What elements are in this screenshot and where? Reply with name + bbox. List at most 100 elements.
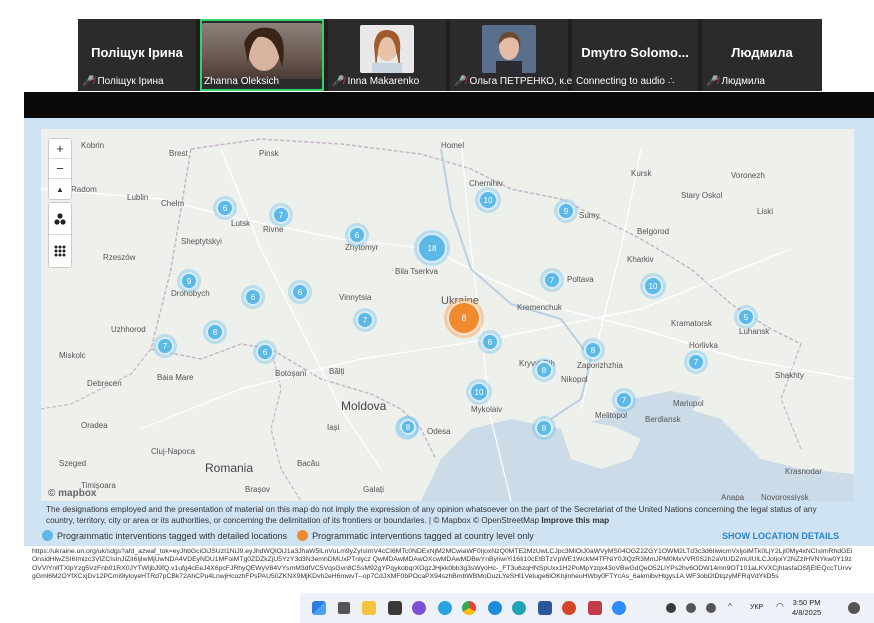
blue-dot-icon (42, 530, 53, 541)
place-label: Iași (327, 423, 340, 432)
participant-label: 🎤̸ Поліщук Ірина (82, 76, 164, 87)
map-disclaimer: The designations employed and the presen… (46, 504, 846, 526)
store-icon[interactable] (388, 601, 402, 615)
tray-app-icon[interactable] (666, 603, 676, 613)
participant-label: 🎤̸ Людмила (706, 76, 765, 87)
location-cluster[interactable]: 6 (256, 343, 274, 361)
place-label: Miskolc (59, 351, 86, 360)
place-label: Zhytomyr (345, 243, 379, 252)
black-sea (421, 407, 854, 501)
clock-date: 4/8/2025 (792, 608, 822, 617)
participant-tile-active[interactable]: Zhanna Oleksich (200, 19, 324, 91)
place-label: Vinnytsia (339, 293, 372, 302)
location-cluster[interactable]: 6 (244, 288, 262, 306)
place-label: Anapa (721, 493, 745, 501)
location-cluster[interactable]: 8 (206, 323, 224, 341)
place-label: Berdiansk (645, 415, 681, 424)
chrome-icon[interactable] (462, 601, 476, 615)
place-label: Debrecen (87, 379, 122, 388)
location-cluster[interactable]: 7 (543, 271, 561, 289)
place-label: Oradea (81, 421, 108, 430)
location-cluster[interactable]: 6 (216, 199, 234, 217)
place-label: Cluj-Napoca (151, 447, 196, 456)
participant-tile[interactable]: 🎤̸ Inna Makarenko (328, 19, 446, 91)
participant-strip: Поліщук Ірина 🎤̸ Поліщук Ірина Zhanna Ole… (78, 19, 822, 91)
compass-button[interactable]: ▲ (49, 179, 71, 199)
telegram-icon[interactable] (438, 601, 452, 615)
tray-app-icon[interactable] (686, 603, 696, 613)
place-label: Shakhty (775, 371, 804, 380)
location-cluster[interactable]: 9 (180, 272, 198, 290)
location-cluster[interactable]: 7 (156, 337, 174, 355)
place-label: Bălți (329, 367, 345, 376)
powerpoint-icon[interactable] (562, 601, 576, 615)
tray-app-icon[interactable] (706, 603, 716, 613)
location-cluster[interactable]: 5 (737, 308, 755, 326)
place-label: Poltava (567, 275, 594, 284)
windows-start-icon[interactable] (312, 601, 326, 615)
viber-icon[interactable] (412, 601, 426, 615)
location-cluster[interactable]: 7 (272, 206, 290, 224)
place-label: Kharkiv (627, 255, 654, 264)
location-cluster[interactable]: 6 (291, 283, 309, 301)
location-cluster[interactable]: 7 (615, 391, 633, 409)
participant-label: 🎤̸ Ольга ПЕТРЕНКО, к.е... (454, 76, 581, 87)
improve-map-link[interactable]: Improve this map (541, 516, 609, 525)
mapbox-logo[interactable]: © mapbox (48, 488, 97, 499)
location-cluster[interactable]: 8 (400, 419, 416, 435)
location-cluster[interactable]: 8 (535, 361, 553, 379)
cluster-view-button[interactable] (49, 203, 71, 235)
wifi-icon[interactable]: ◠ (776, 601, 790, 615)
participant-name: Поліщук Ірина (91, 45, 183, 60)
place-label: Bila Tserkva (395, 267, 438, 276)
map-canvas[interactable]: Brest Pinsk Homel Kobrin Radom Lublin Ch… (41, 129, 854, 501)
mic-off-icon: 🎤̸ (332, 76, 345, 87)
grid-view-button[interactable] (49, 235, 71, 267)
legend-detailed: Programmatic interventions tagged with d… (57, 530, 288, 541)
participant-photo (360, 25, 414, 73)
place-label: Rzeszów (103, 253, 136, 262)
zoom-icon[interactable] (612, 601, 626, 615)
location-cluster[interactable]: 10 (643, 276, 663, 296)
notifications-icon[interactable] (848, 602, 860, 614)
zoom-in-button[interactable]: + (49, 139, 71, 159)
place-label: Belgorod (637, 227, 670, 236)
cluster-view-controls (48, 202, 72, 268)
url-text[interactable]: https://ukraine.un.org/uk/sdgs?afd_azwaf… (32, 548, 854, 582)
location-cluster[interactable]: 18 (417, 233, 447, 263)
file-explorer-icon[interactable] (362, 601, 376, 615)
participant-tile[interactable]: Поліщук Ірина 🎤̸ Поліщук Ірина (78, 19, 196, 91)
location-cluster[interactable]: 10 (478, 190, 498, 210)
participant-label: Zhanna Oleksich (204, 76, 280, 87)
edge-alt-icon[interactable] (512, 601, 526, 615)
location-cluster[interactable]: 6 (348, 226, 366, 244)
location-cluster[interactable]: 8 (584, 341, 602, 359)
participant-tile[interactable]: Людмила 🎤̸ Людмила (702, 19, 822, 91)
participant-tile[interactable]: Dmytro Solomo... Connecting to audio ∴ (572, 19, 698, 91)
location-cluster[interactable]: 7 (356, 311, 374, 329)
country-level-cluster[interactable]: 8 (447, 301, 481, 335)
location-cluster[interactable]: 8 (535, 419, 553, 437)
place-label: Lutsk (231, 219, 251, 228)
place-label: Kursk (631, 169, 652, 178)
location-cluster[interactable]: 6 (481, 333, 499, 351)
place-label: Botoșani (275, 369, 307, 378)
copilot-icon[interactable] (588, 601, 602, 615)
task-view-icon[interactable] (338, 602, 350, 614)
zoom-out-button[interactable]: − (49, 159, 71, 179)
location-cluster[interactable]: 9 (557, 202, 575, 220)
clock[interactable]: 3:50 PM 4/8/2025 (792, 598, 821, 618)
place-label: Brest (169, 149, 188, 158)
legend-country: Programmatic interventions tagged at cou… (312, 530, 534, 541)
map-legend: Programmatic interventions tagged with d… (42, 530, 534, 541)
location-cluster[interactable]: 10 (469, 382, 489, 402)
edge-icon[interactable] (488, 601, 502, 615)
participant-photo-shape (244, 27, 284, 71)
location-cluster[interactable]: 7 (687, 353, 705, 371)
keyboard-layout[interactable]: УКР (750, 604, 763, 611)
taskbar: ^ УКР ◠ 3:50 PM 4/8/2025 (300, 593, 874, 623)
participant-tile[interactable]: 🎤̸ Ольга ПЕТРЕНКО, к.е... (450, 19, 581, 91)
chevron-up-icon[interactable]: ^ (728, 602, 742, 616)
word-icon[interactable] (538, 601, 552, 615)
show-location-details-button[interactable]: SHOW LOCATION DETAILS (722, 531, 839, 541)
